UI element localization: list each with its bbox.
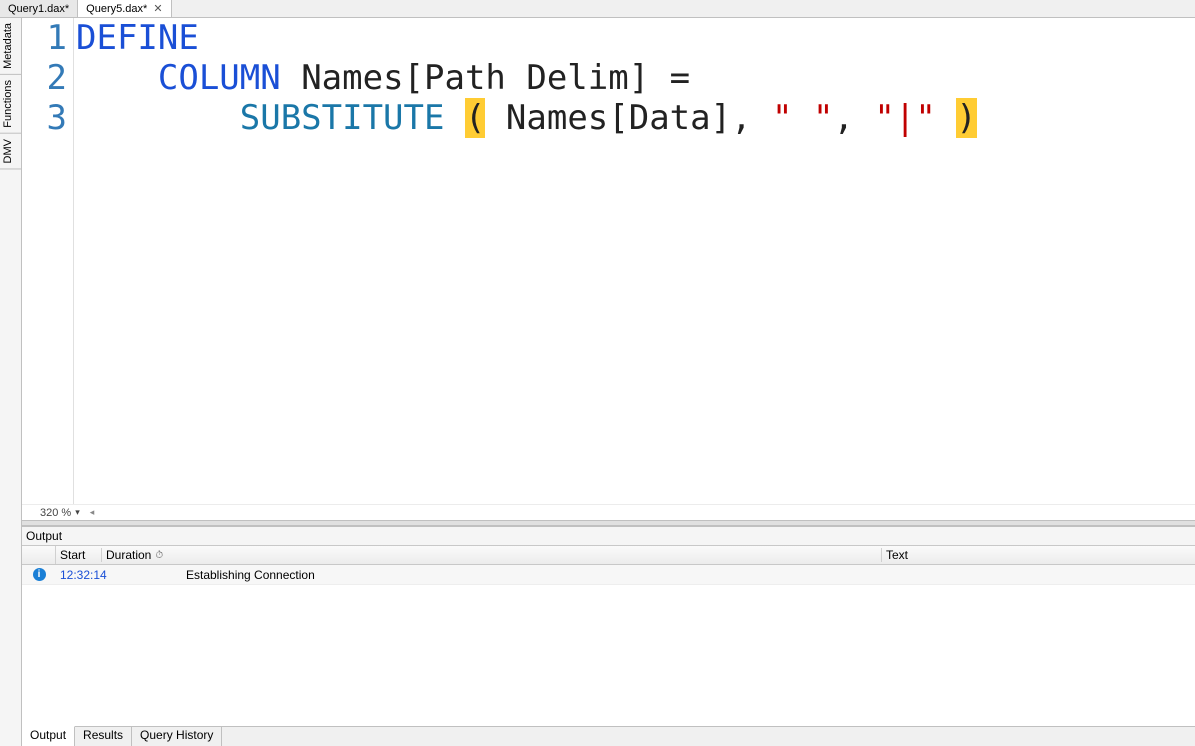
editor-status-bar: 320 % ▾ ◂ <box>22 504 1195 520</box>
string-literal: "|" <box>874 98 935 138</box>
keyword-define: DEFINE <box>76 18 199 58</box>
side-tab-dmv[interactable]: DMV <box>0 134 21 169</box>
file-tabs-bar: Query1.dax* Query5.dax* ✕ <box>0 0 1195 18</box>
side-tab-metadata[interactable]: Metadata <box>0 18 21 75</box>
code-text: Names[Path Delim] = <box>281 58 690 98</box>
column-label: Duration <box>106 548 151 562</box>
side-tab-functions[interactable]: Functions <box>0 75 21 134</box>
sort-icon: ⏱ <box>155 550 163 561</box>
bottom-tab-output[interactable]: Output <box>22 726 75 746</box>
cell-icon: i <box>22 568 56 581</box>
file-tab-query5[interactable]: Query5.dax* ✕ <box>78 0 171 17</box>
output-rows: i 12:32:14 Establishing Connection <box>22 565 1195 726</box>
space <box>936 98 956 138</box>
close-icon[interactable]: ✕ <box>153 2 162 15</box>
space <box>444 98 464 138</box>
cell-text: Establishing Connection <box>182 568 1195 582</box>
file-tab-query1[interactable]: Query1.dax* <box>0 0 78 17</box>
keyword-column: COLUMN <box>158 58 281 98</box>
code-args: Names[Data], <box>485 98 772 138</box>
paren-open-highlight: ( <box>465 98 485 138</box>
main-split: Metadata Functions DMV 1 2 3 DEFINE COLU… <box>0 18 1195 746</box>
chevron-down-icon[interactable]: ▾ <box>75 507 80 518</box>
line-number: 3 <box>22 98 67 138</box>
cell-start: 12:32:14 <box>56 568 102 582</box>
line-number-gutter: 1 2 3 <box>22 18 74 504</box>
bottom-tabs-bar: Output Results Query History <box>22 726 1195 746</box>
code-editor[interactable]: 1 2 3 DEFINE COLUMN Names[Path Delim] = … <box>22 18 1195 504</box>
scroll-left-icon[interactable]: ◂ <box>90 507 95 518</box>
editor-column: 1 2 3 DEFINE COLUMN Names[Path Delim] = … <box>22 18 1195 746</box>
bottom-tab-history[interactable]: Query History <box>132 727 222 746</box>
function-substitute: SUBSTITUTE <box>240 98 445 138</box>
code-indent <box>76 98 240 138</box>
tab-label: Query1.dax* <box>8 3 69 15</box>
zoom-level[interactable]: 320 % <box>40 507 71 519</box>
output-row[interactable]: i 12:32:14 Establishing Connection <box>22 565 1195 585</box>
info-icon: i <box>33 568 46 581</box>
output-panel: Output Start Duration ⏱ Text i 12:32:14 <box>22 526 1195 726</box>
comma: , <box>833 98 874 138</box>
panel-title: Output <box>22 527 1195 545</box>
output-columns-header: Start Duration ⏱ Text <box>22 545 1195 565</box>
string-literal: " " <box>772 98 833 138</box>
line-number: 2 <box>22 58 67 98</box>
column-icon[interactable] <box>22 546 56 564</box>
paren-close-highlight: ) <box>956 98 976 138</box>
side-tabs: Metadata Functions DMV <box>0 18 22 746</box>
bottom-tab-results[interactable]: Results <box>75 727 132 746</box>
column-header-text[interactable]: Text <box>882 548 1195 562</box>
column-header-start[interactable]: Start <box>56 548 102 562</box>
line-number: 1 <box>22 18 67 58</box>
tab-label: Query5.dax* <box>86 3 147 15</box>
column-header-duration[interactable]: Duration ⏱ <box>102 548 882 562</box>
code-content[interactable]: DEFINE COLUMN Names[Path Delim] = SUBSTI… <box>74 18 1195 504</box>
